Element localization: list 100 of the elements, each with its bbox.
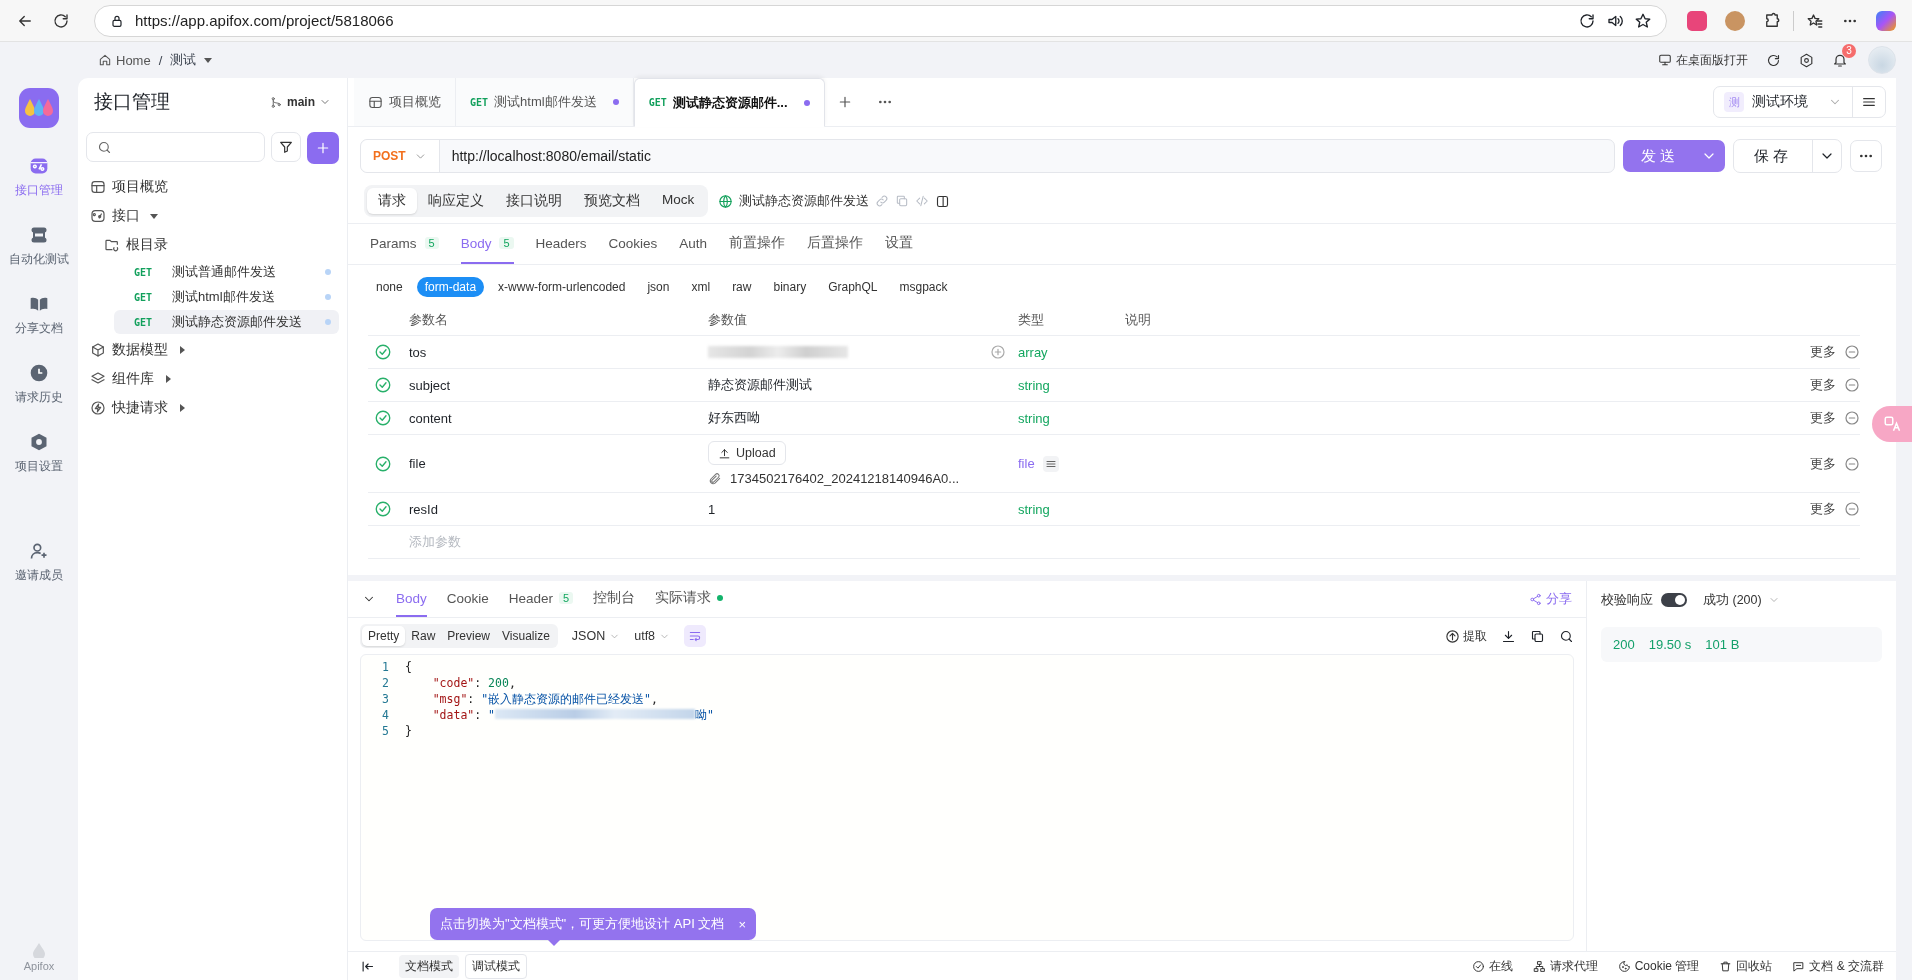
view-tab[interactable]: Pretty (362, 626, 406, 646)
refresh-icon[interactable] (1766, 52, 1781, 68)
tab[interactable]: GET 测试静态资源邮件... (633, 78, 825, 127)
body-type-option[interactable]: x-www-form-urlencoded (490, 277, 634, 297)
mode-tab[interactable]: Mock (651, 188, 706, 214)
status-selector[interactable]: 成功 (200) (1703, 591, 1780, 609)
param-value[interactable]: 好东西呦 (708, 409, 760, 427)
tree-item[interactable]: 快捷请求 (86, 393, 339, 422)
body-type-option[interactable]: json (639, 277, 678, 297)
mode-tab[interactable]: 接口说明 (495, 188, 573, 214)
mode-tab[interactable]: 请求 (367, 188, 417, 214)
param-tab[interactable]: Auth (679, 224, 708, 264)
param-value[interactable]: 静态资源邮件测试 (708, 376, 812, 394)
puzzle-icon[interactable] (1763, 11, 1781, 30)
refresh-icon[interactable] (52, 11, 70, 30)
response-tab[interactable]: 实际请求 (655, 581, 724, 617)
app-logo[interactable] (19, 88, 59, 128)
breadcrumb-project[interactable]: 测试 (170, 51, 213, 69)
view-tab[interactable]: Preview (441, 626, 497, 646)
status-bar-item[interactable]: Cookie 管理 (1617, 957, 1700, 975)
param-tab[interactable]: 设置 (885, 224, 914, 264)
rail-item[interactable]: 邀请成员 (15, 541, 63, 584)
body-type-option[interactable]: none (368, 277, 411, 297)
param-name[interactable]: tos (409, 344, 708, 360)
save-button[interactable]: 保存 (1733, 139, 1842, 173)
caret-icon[interactable] (178, 403, 186, 412)
param-name[interactable]: resId (409, 501, 708, 517)
send-button[interactable]: 发送 (1623, 140, 1725, 172)
branch-selector[interactable]: main (270, 95, 331, 109)
validate-toggle[interactable] (1661, 593, 1687, 607)
response-tab[interactable]: Header 5 (508, 581, 574, 617)
response-tab[interactable]: Cookie (446, 581, 489, 617)
check-circle-icon[interactable] (374, 376, 392, 394)
check-circle-icon[interactable] (374, 454, 392, 473)
param-tab[interactable]: Body 5 (460, 224, 514, 264)
response-tab[interactable]: 控制台 (593, 581, 636, 617)
open-desktop-link[interactable]: 在桌面版打开 (1658, 51, 1748, 69)
breadcrumb-home[interactable]: Home (98, 52, 151, 68)
param-name[interactable]: content (409, 410, 708, 426)
body-type-option[interactable]: msgpack (891, 277, 956, 297)
rail-item[interactable]: 分享文档 (15, 294, 63, 337)
param-name[interactable]: file (409, 456, 708, 471)
address-bar[interactable]: https://app.apifox.com/project/5818066 (94, 4, 1667, 37)
download-icon[interactable] (1501, 628, 1516, 644)
tab[interactable]: 项目概览 (354, 78, 456, 126)
mode-tab[interactable]: 响应定义 (417, 188, 495, 214)
view-tab[interactable]: Raw (405, 626, 442, 646)
endpoint-item[interactable]: GET 测试普通邮件发送 (114, 260, 339, 284)
encoding-selector[interactable]: utf8 (634, 629, 671, 643)
rail-item[interactable]: 项目设置 (15, 432, 63, 475)
caret-icon[interactable] (150, 211, 158, 220)
param-tab[interactable]: Headers (535, 224, 587, 264)
param-tab[interactable]: 前置操作 (729, 224, 786, 264)
rail-item[interactable]: 自动化测试 (9, 225, 69, 268)
more-link[interactable]: 更多 (1810, 454, 1836, 473)
param-tab[interactable]: Cookies (608, 224, 658, 264)
param-type[interactable]: file (1018, 456, 1035, 471)
copilot-icon[interactable] (1876, 10, 1896, 31)
param-name[interactable]: subject (409, 377, 708, 393)
rail-item[interactable]: 请求历史 (15, 363, 63, 406)
copy-icon[interactable] (1530, 628, 1545, 644)
remove-icon[interactable] (1844, 377, 1860, 393)
extract-button[interactable]: 提取 (1445, 627, 1487, 645)
remove-icon[interactable] (1844, 410, 1860, 426)
favorites-icon[interactable] (1806, 11, 1824, 30)
status-bar-item[interactable]: 请求代理 (1532, 957, 1598, 975)
param-tab[interactable]: Params 5 (370, 224, 439, 264)
remove-icon[interactable] (1844, 455, 1860, 472)
remove-icon[interactable] (1844, 344, 1860, 360)
more-link[interactable]: 更多 (1810, 409, 1836, 427)
tree-item[interactable]: 项目概览 (86, 172, 339, 201)
tree-item[interactable]: 根目录 (100, 230, 339, 259)
upload-button[interactable]: Upload (708, 441, 786, 465)
rail-item[interactable]: 接口管理 (15, 156, 63, 199)
more-link[interactable]: 更多 (1810, 376, 1836, 394)
body-type-option[interactable]: GraphQL (820, 277, 886, 297)
remove-icon[interactable] (1844, 501, 1860, 517)
search-field[interactable] (86, 132, 265, 162)
endpoint-item[interactable]: GET 测试静态资源邮件发送 (114, 310, 339, 334)
status-bar-item[interactable]: 文档 & 交流群 (1792, 957, 1884, 975)
response-tab[interactable]: Body (396, 581, 427, 617)
bell-icon[interactable] (1832, 52, 1848, 68)
filter-button[interactable] (271, 132, 301, 162)
status-bar-item[interactable]: 在线 (1471, 957, 1513, 975)
tab[interactable]: GET 测试html邮件发送 (456, 78, 634, 126)
wrap-button[interactable] (684, 625, 707, 647)
check-circle-icon[interactable] (374, 409, 392, 427)
caret-icon[interactable] (178, 345, 186, 354)
more-link[interactable]: 更多 (1810, 343, 1836, 361)
settings-icon[interactable] (1799, 52, 1814, 68)
param-tab[interactable]: 后置操作 (807, 224, 864, 264)
body-type-option[interactable]: raw (724, 277, 760, 297)
share-link[interactable]: 分享 (1529, 581, 1572, 617)
mode-button[interactable]: 文档模式 (399, 954, 459, 978)
mode-button[interactable]: 调试模式 (465, 953, 527, 979)
tree-item[interactable]: 数据模型 (86, 335, 339, 364)
caret-icon[interactable] (164, 374, 172, 383)
check-circle-icon[interactable] (374, 343, 392, 361)
endpoint-item[interactable]: GET 测试html邮件发送 (114, 285, 339, 309)
view-tab[interactable]: Visualize (496, 626, 556, 646)
